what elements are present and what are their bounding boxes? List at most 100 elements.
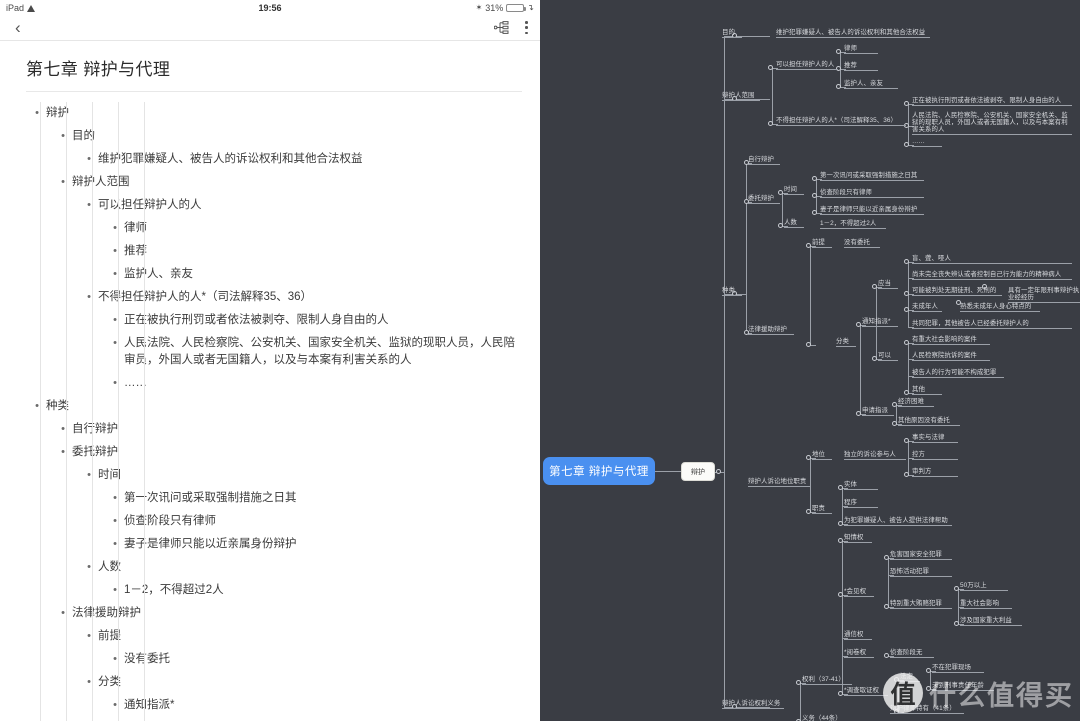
mindmap-label[interactable]: 法律援助辩护 [748,326,787,333]
mindmap-label[interactable]: 种类 [722,287,735,294]
mindmap-label[interactable]: 目的 [722,29,735,36]
mindmap-label[interactable]: 未成年人 [912,303,938,310]
outline-item[interactable]: •…… [110,373,522,396]
mindmap-label[interactable]: 知情权 [844,534,863,541]
mindmap-node-handle[interactable] [884,653,889,658]
mindmap-node-handle[interactable] [838,485,843,490]
mindmap-label[interactable]: 可以担任辩护人的人 [776,61,834,68]
mindmap-node-handle[interactable] [812,176,817,181]
mindmap-label[interactable]: 人民法院、人民检察院、公安机关、国家安全机关、监狱的现职人员，外国人或者无国籍人… [912,112,1072,133]
mindmap-label[interactable]: 熟悉未成年人身心特点的 [960,303,1031,310]
mindmap-node-handle[interactable] [904,390,909,395]
mindmap-label[interactable]: 危害国家安全犯罪 [890,551,942,558]
mindmap-label[interactable]: 委托辩护 [748,195,774,202]
outline-item[interactable]: • 法律援助辩护 [58,603,522,626]
mindmap-node-handle[interactable] [806,509,811,514]
outline-item[interactable]: • 人民法院、人民检察院、公安机关、国家安全机关、监狱的现职人员，人民陪审员，外国… [110,332,522,373]
mindmap-label[interactable]: 义务（44条） [802,715,842,721]
mindmap-label[interactable]: 应当 [878,280,891,287]
outline-item[interactable]: • 维护犯罪嫌疑人、被告人的诉讼权利和其他合法权益 [84,148,522,171]
mindmap-node-handle[interactable] [904,472,909,477]
mindmap-node-handle[interactable] [768,121,773,126]
mindmap-node-handle[interactable] [838,538,843,543]
mindmap-node-handle[interactable] [778,190,783,195]
back-button[interactable]: ‹ [12,19,24,36]
mindmap-label[interactable]: 分类 [836,338,849,345]
mindmap-node-handle[interactable] [954,621,959,626]
mindmap-label[interactable]: 律师 [844,45,857,52]
mindmap-view-icon[interactable] [494,21,509,34]
mindmap-label[interactable]: 法定 [900,673,913,680]
mindmap-label[interactable]: 具有一定年限刑事辩护执业经经历 [1008,287,1080,301]
mindmap-label[interactable]: 独立的诉讼参与人 [844,451,896,458]
outline-item[interactable]: • 可以担任辩护人的人 [84,194,522,217]
outline-item[interactable]: • 委托辩护 [58,442,522,465]
mindmap-canvas[interactable]: 目的 维护犯罪嫌疑人、被告人的诉讼权利和其他合法权益 辩护人范围 可以担任辩护人的人 律… [540,0,1080,721]
mindmap-root-node[interactable]: 第七章 辩护与代理 [543,457,655,485]
mindmap-node-handle[interactable] [838,691,843,696]
mindmap-label[interactable]: 人数 [784,219,797,226]
more-vertical-icon[interactable] [525,21,528,34]
mindmap-label[interactable]: 审判方 [912,468,931,475]
mindmap-node-handle[interactable] [904,101,909,106]
mindmap-node-handle[interactable] [884,555,889,560]
outline-item[interactable]: • 没有委托 [110,649,522,672]
mindmap-label[interactable]: 可能被判处无期徒刑、死刑的 [912,287,996,294]
mindmap-label[interactable]: 自行辩护 [748,156,774,163]
mindmap-node-handle[interactable] [892,421,897,426]
mindmap-label[interactable]: 第一次讯问或采取强制措施之日其 [820,172,917,179]
mindmap-node-handle[interactable] [838,592,843,597]
mindmap-node-handle[interactable] [926,668,931,673]
mindmap-label[interactable]: 为犯罪嫌疑人、被告人提供法律帮助 [844,517,948,524]
mindmap-branch-handle[interactable] [716,469,721,474]
mindmap-label[interactable]: *阅卷权 [844,649,866,656]
mindmap-label[interactable]: 控方 [912,451,925,458]
outline-item[interactable]: • 目的 [58,125,522,148]
mindmap-label[interactable]: 维护犯罪嫌疑人、被告人的诉讼权利和其他合法权益 [776,29,925,36]
mindmap-label[interactable]: …… [912,138,925,145]
mindmap-label[interactable]: 监护人、亲友 [844,80,883,87]
mindmap-node-handle[interactable] [778,223,783,228]
mindmap-node-handle[interactable] [954,586,959,591]
outline-item[interactable]: • 不得担任辩护人的人*（司法解释35、36） [84,286,522,309]
mindmap-label[interactable]: 正在被执行刑罚或者依法被剥夺、限制人身自由的人 [912,97,1061,104]
outline-item[interactable]: • 种类 [32,396,522,419]
mindmap-node-handle[interactable] [904,307,909,312]
mindmap-node-handle[interactable] [838,521,843,526]
mindmap-node-handle[interactable] [872,356,877,361]
mindmap-node-handle[interactable] [836,84,841,89]
mindmap-label[interactable]: 经济困难 [898,398,924,405]
mindmap-label[interactable]: 没有委托 [844,239,870,246]
mindmap-label[interactable]: 盲、聋、哑人 [912,255,951,262]
outline-item[interactable]: • 妻子是律师只能以近亲属身份辩护 [110,534,522,557]
outline-item[interactable]: • 律师 [110,217,522,240]
mindmap-label[interactable]: 人民检察院抗诉的案件 [912,352,977,359]
mindmap-label[interactable]: 前提 [812,239,825,246]
mindmap-label[interactable]: 50万以上 [960,582,987,589]
mindmap-label[interactable]: 妻子是律师只能以近亲属身份辩护 [820,206,917,213]
mindmap-label[interactable]: 特别重大贿赂犯罪 [890,600,942,607]
mindmap-label[interactable]: 侦查阶段只有律师 [820,189,872,196]
mindmap-branch-node-bianhu[interactable]: 辩护 [681,462,715,481]
mindmap-label[interactable]: 未到刑事责任年龄 [932,682,984,689]
mindmap-node-handle[interactable] [812,210,817,215]
mindmap-label[interactable]: 有重大社会影响的案件 [912,336,977,343]
mindmap-label[interactable]: 被告人的行为可能不构成犯罪 [912,369,996,376]
outline-item[interactable]: • 正在被执行刑罚或者依法被剥夺、限制人身自由的人 [110,309,522,332]
mindmap-label[interactable]: 重大社会影响 [960,600,999,607]
mindmap-node-handle[interactable] [806,243,811,248]
outline-item[interactable]: • 第一次讯问或采取强制措施之日其 [110,488,522,511]
mindmap-label[interactable]: 程序 [844,499,857,506]
mindmap-label[interactable]: 辩护人诉讼地位职责 [748,478,806,485]
outline-item[interactable]: • 人数 [84,557,522,580]
mindmap-label[interactable]: 侦查阶段无 [890,649,922,656]
outline-item[interactable]: • 前提 [84,626,522,649]
mindmap-label[interactable]: 可以 [878,352,891,359]
outline-item[interactable]: • 时间 [84,465,522,488]
mindmap-node-handle[interactable] [884,604,889,609]
mindmap-label[interactable]: 恐怖活动犯罪 [890,568,929,575]
mindmap-label[interactable]: 不在犯罪现场 [932,664,971,671]
mindmap-node-handle[interactable] [806,455,811,460]
outline-item[interactable]: • 侦查阶段只有律师 [110,511,522,534]
mindmap-label[interactable]: 推荐 [844,62,857,69]
